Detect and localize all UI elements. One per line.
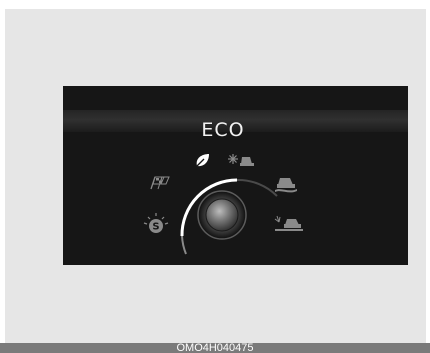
figure-code: OMO4H040475 xyxy=(176,343,254,353)
sand-car-icon xyxy=(274,215,303,231)
figure-caption-bar: OMO4H040475 xyxy=(0,343,430,353)
checkered-flag-icon xyxy=(150,176,170,190)
drive-mode-display: ECO S xyxy=(63,86,408,265)
mud-car-icon xyxy=(275,178,297,193)
drive-mode-dial: S xyxy=(143,154,303,255)
dial-arc-right xyxy=(236,178,278,197)
snowflake-car-icon xyxy=(228,154,254,166)
leaf-icon xyxy=(196,154,209,167)
smart-s-icon: S xyxy=(143,213,169,233)
dial-arc-left-low xyxy=(181,235,187,255)
svg-text:S: S xyxy=(152,222,159,233)
dial-knob xyxy=(205,198,239,232)
